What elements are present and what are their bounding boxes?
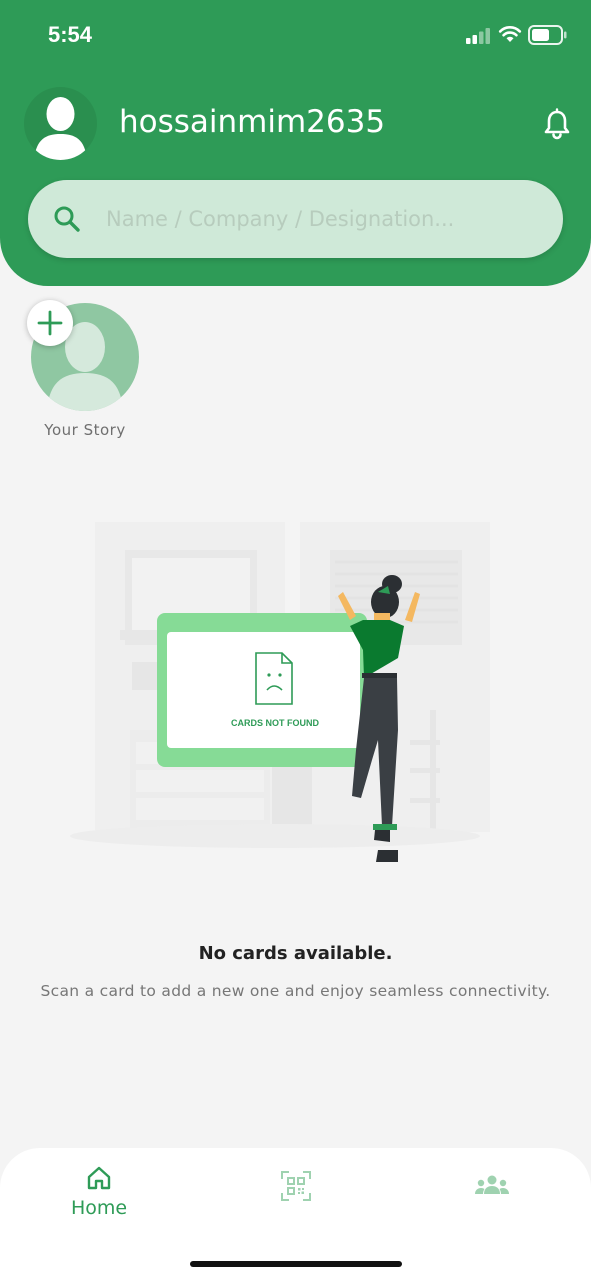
user-silhouette-icon	[34, 97, 87, 160]
story-label: Your Story	[44, 421, 126, 439]
empty-cards-illustration: CARDS NOT FOUND	[70, 522, 490, 862]
status-time: 5:54	[48, 22, 93, 47]
username: hossainmim2635	[119, 104, 386, 140]
search-icon	[54, 206, 80, 232]
tab-home[interactable]: Home	[58, 1160, 140, 1226]
header: 5:54 hossainmim2635	[0, 0, 591, 286]
tab-home-label: Home	[70, 1197, 128, 1219]
cards-not-found-text: CARDS NOT FOUND	[231, 718, 319, 728]
your-story[interactable]: Your Story	[24, 300, 146, 445]
battery-icon	[528, 25, 567, 45]
add-story-button[interactable]	[27, 300, 73, 346]
cellular-signal-icon	[466, 28, 490, 44]
home-icon	[87, 1166, 111, 1190]
people-icon[interactable]	[474, 1174, 510, 1200]
empty-state-subtitle: Scan a card to add a new one and enjoy s…	[40, 982, 551, 1000]
avatar[interactable]	[24, 87, 97, 160]
wifi-icon	[498, 26, 522, 42]
home-indicator	[190, 1261, 402, 1267]
empty-state-title: No cards available.	[198, 943, 393, 964]
plus-icon	[37, 310, 63, 336]
status-bar: 5:54	[0, 0, 591, 70]
qr-scan-icon[interactable]	[280, 1170, 312, 1202]
search-input[interactable]	[106, 180, 526, 258]
bell-icon[interactable]	[541, 108, 573, 140]
search-bar[interactable]	[28, 180, 563, 258]
